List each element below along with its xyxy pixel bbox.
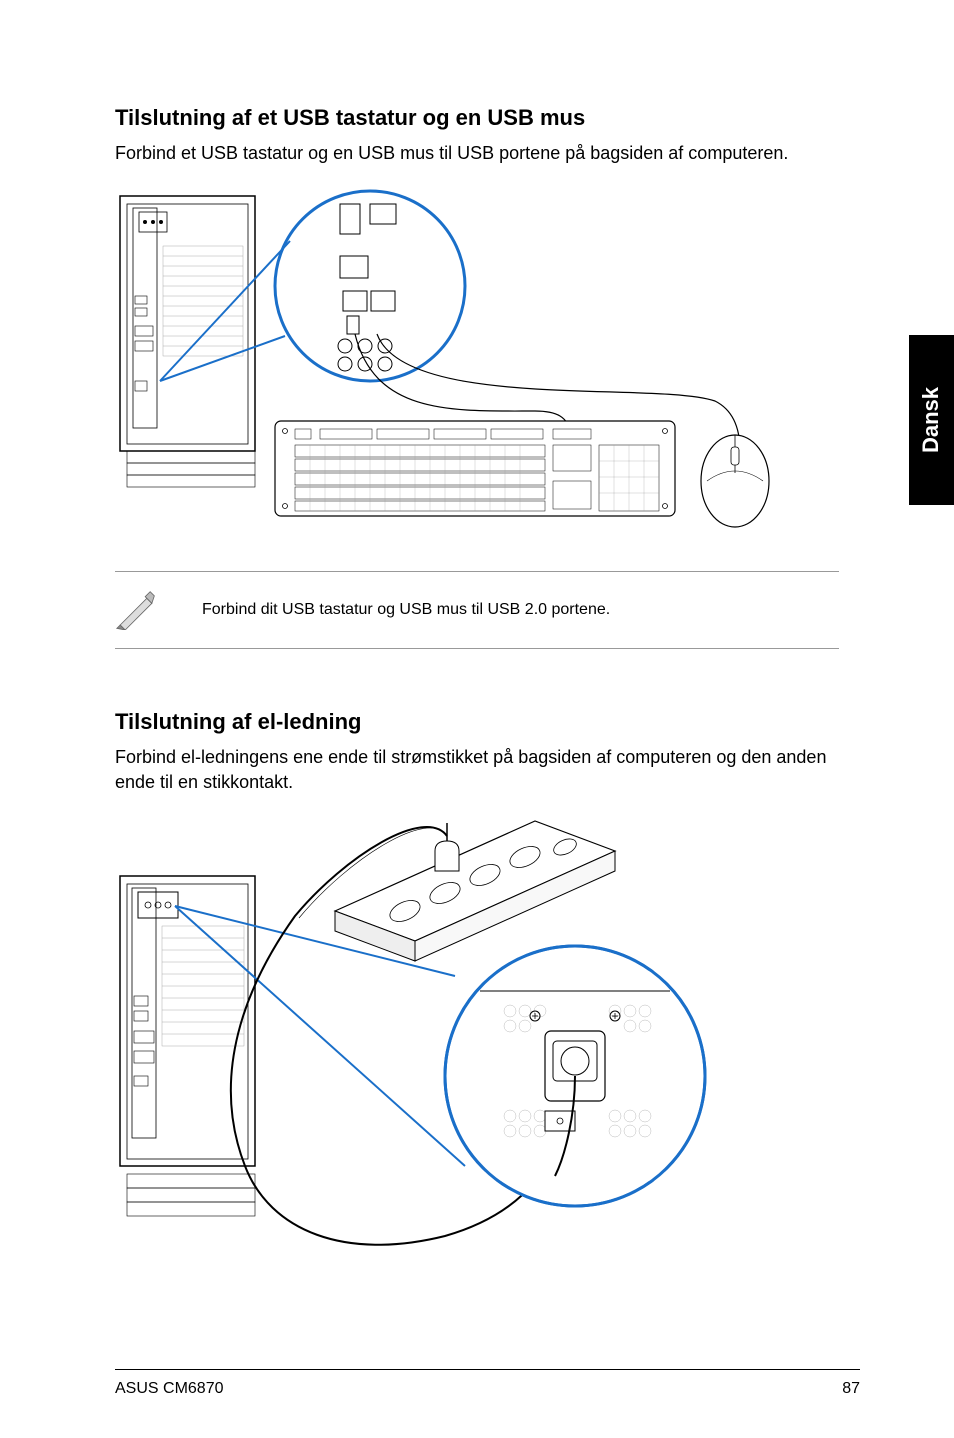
section-power: Tilslutning af el-ledning Forbind el-led…: [115, 709, 839, 1285]
language-label: Dansk: [919, 387, 945, 453]
footer-page-number: 87: [842, 1380, 860, 1398]
usb-connection-diagram: [115, 186, 839, 546]
section-power-body: Forbind el-ledningens ene ende til strøm…: [115, 745, 839, 795]
section-usb: Tilslutning af et USB tastatur og en USB…: [115, 105, 839, 649]
footer-product: ASUS CM6870: [115, 1380, 224, 1398]
note-text: Forbind dit USB tastatur og USB mus til …: [202, 601, 610, 619]
section-usb-body: Forbind et USB tastatur og en USB mus ti…: [115, 141, 839, 166]
language-tab: Dansk: [909, 335, 954, 505]
section-power-heading: Tilslutning af el-ledning: [115, 709, 839, 735]
note-box: Forbind dit USB tastatur og USB mus til …: [115, 571, 839, 649]
pencil-icon: [115, 590, 157, 630]
page-footer: ASUS CM6870 87: [115, 1369, 860, 1398]
power-connection-diagram: [115, 816, 839, 1286]
section-usb-heading: Tilslutning af et USB tastatur og en USB…: [115, 105, 839, 131]
